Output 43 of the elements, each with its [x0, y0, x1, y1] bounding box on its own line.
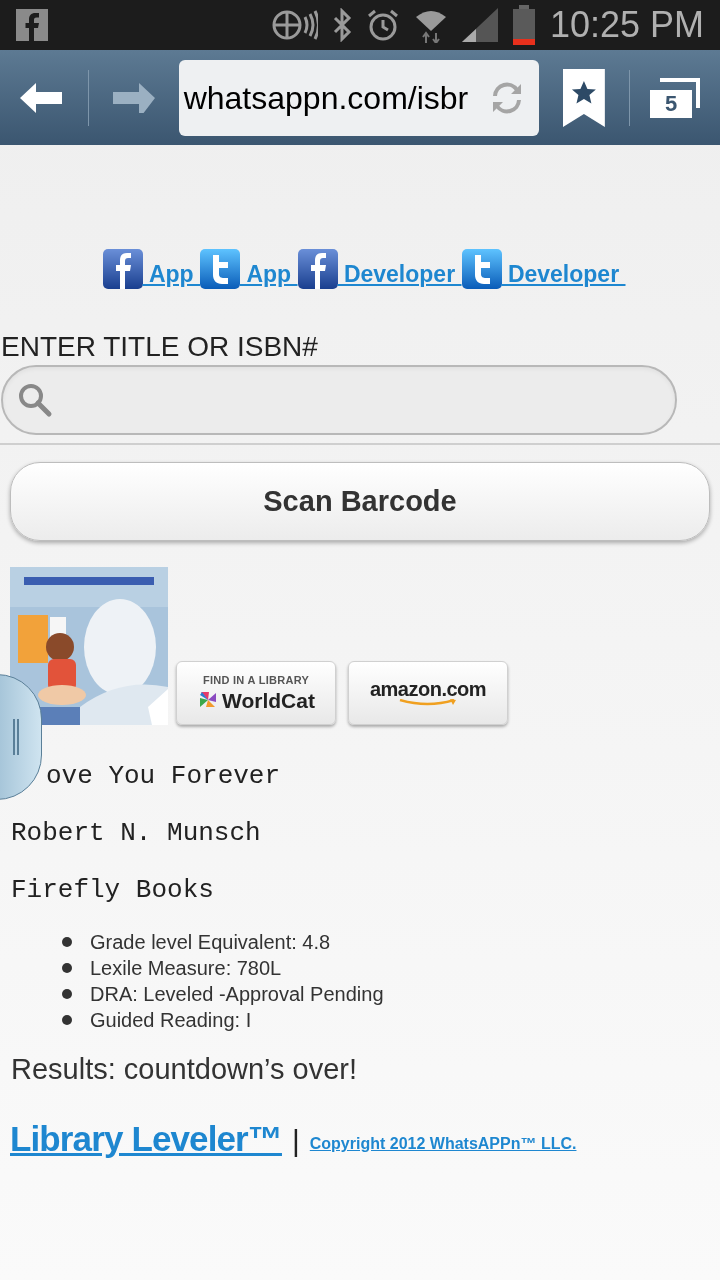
alarm-icon: [365, 8, 400, 42]
bookmark-star-icon[interactable]: [563, 68, 606, 127]
right-arrow-icon: [112, 82, 155, 113]
left-arrow-icon: [20, 82, 62, 113]
social-link[interactable]: App: [142, 256, 200, 291]
bluetooth-icon: [331, 8, 352, 42]
address-field[interactable]: whatsappn.com/isbr: [178, 59, 540, 136]
signal-icon: [461, 8, 498, 42]
social-link[interactable]: App: [240, 256, 298, 291]
worldcat-logo-text: WorldCat: [222, 689, 315, 711]
copyright-link[interactable]: Copyright 2012 WhatsAPPn™ LLC.: [309, 1132, 577, 1156]
bullet-icon: [62, 1015, 72, 1025]
bullet-icon: [62, 989, 72, 999]
search-icon: [17, 382, 53, 418]
smile-arrow-icon: [398, 699, 458, 707]
social-link[interactable]: Developer: [501, 256, 626, 291]
twitter-icon: [200, 249, 240, 289]
separator-text: |: [291, 1126, 300, 1156]
amazon-button[interactable]: amazon.com: [348, 661, 508, 725]
bullet-icon: [62, 963, 72, 973]
worldcat-button[interactable]: FIND IN A LIBRARY WorldCat: [176, 661, 336, 725]
social-link[interactable]: Developer: [337, 256, 462, 291]
level-item: DRA: Leveled -Approval Pending: [90, 982, 384, 1007]
facebook-icon: [297, 249, 338, 289]
level-item: Lexile Measure: 780L: [90, 956, 282, 981]
status-time: 10:25 PM: [549, 7, 704, 43]
scan-barcode-button[interactable]: Scan Barcode: [10, 462, 710, 541]
book-author: Robert N. Munsch: [11, 820, 262, 846]
url-text: whatsappn.com/isbr: [183, 78, 469, 118]
battery-icon: [511, 5, 536, 45]
results-text: Results: countdown’s over!: [11, 1055, 359, 1084]
book-publisher: Firefly Books: [11, 877, 215, 903]
bullet-icon: [62, 937, 72, 947]
book-title: ove You Forever: [46, 763, 282, 789]
level-item: Guided Reading: I: [90, 1008, 252, 1033]
nfc-icon: [271, 8, 318, 42]
facebook-icon: [102, 249, 143, 289]
facebook-notification-icon: [16, 9, 48, 41]
search-label: ENTER TITLE OR ISBN#: [1, 333, 319, 361]
level-item: Grade level Equivalent: 4.8: [90, 930, 331, 955]
library-leveler-link[interactable]: Library Leveler™: [10, 1121, 282, 1156]
search-field[interactable]: [1, 365, 677, 435]
twitter-icon: [461, 249, 502, 289]
